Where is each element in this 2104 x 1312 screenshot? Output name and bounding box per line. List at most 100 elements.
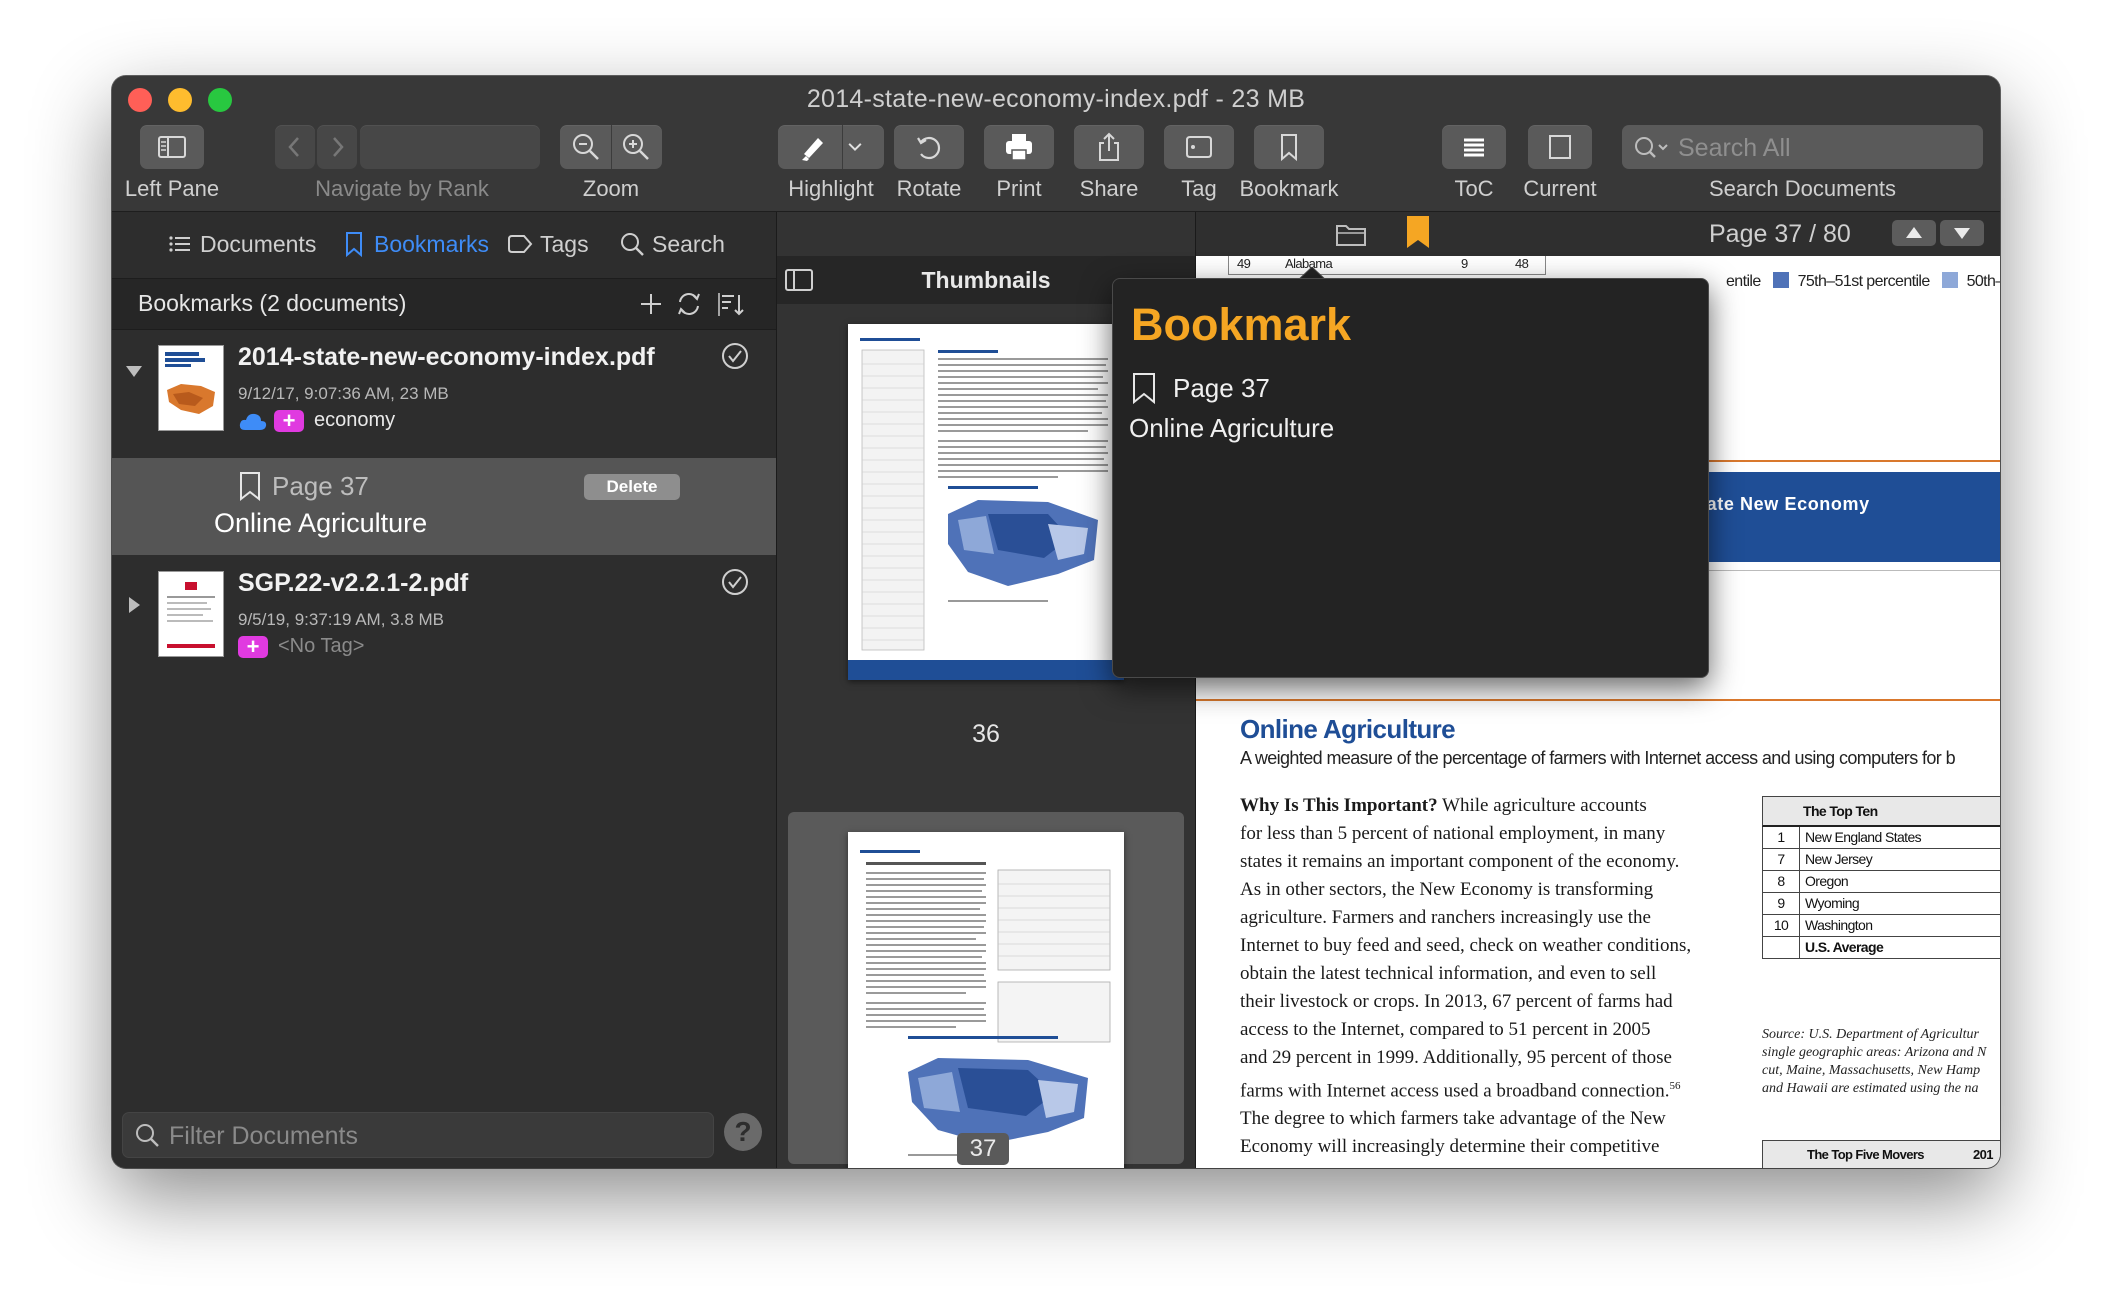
printer-icon <box>1006 134 1032 161</box>
tag-button[interactable] <box>1164 125 1234 169</box>
bookmark-icon <box>240 472 260 502</box>
tab-tags-label: Tags <box>540 230 589 257</box>
disclosure-open-icon[interactable] <box>124 363 144 379</box>
pdf-table-body: 1 New England States 7 New Jersey 8 Oregon 9 Wy… <box>1762 827 2000 959</box>
bookmark-icon <box>1133 373 1155 405</box>
pdf-table-rank: 8 <box>1777 873 1785 889</box>
tab-tags[interactable]: Tags <box>506 226 589 262</box>
tab-documents[interactable]: Documents <box>166 226 316 262</box>
toc-button[interactable] <box>1442 125 1506 169</box>
pdf-body-line: access to the Internet, compared to 51 p… <box>1240 1019 1651 1040</box>
document-tag[interactable]: economy <box>314 409 395 432</box>
document-tag[interactable]: <No Tag> <box>278 635 364 658</box>
pdf-map-legend: entile 75th–51st percentile 50th–26 <box>1726 272 2000 291</box>
tag-icon <box>1186 136 1212 158</box>
document-row[interactable]: 2014-state-new-economy-index.pdf 9/12/17… <box>112 329 776 439</box>
previous-page-button[interactable] <box>1892 220 1936 246</box>
rotate-button[interactable] <box>894 125 964 169</box>
back-button[interactable] <box>275 125 315 169</box>
bookmark-icon <box>1281 134 1297 162</box>
checkmark-circle-icon[interactable] <box>720 341 750 371</box>
legend-swatch <box>1942 272 1959 288</box>
pdf-table-rank: 9 <box>1777 895 1785 911</box>
pdf-body-line: agriculture. Farmers and ranchers increa… <box>1240 907 1651 928</box>
checkmark-circle-icon[interactable] <box>720 567 750 597</box>
bookmarks-header-title: Bookmarks (2 documents) <box>138 290 407 316</box>
tab-bookmarks[interactable]: Bookmarks <box>340 226 489 262</box>
navigate-by-rank-field[interactable] <box>360 125 540 169</box>
filter-documents-field[interactable]: Filter Documents <box>122 1112 714 1158</box>
pdf-table-row: 8 Oregon <box>1762 871 2000 893</box>
pdf-table-row: U.S. Average <box>1762 937 2000 959</box>
highlight-button[interactable] <box>778 125 884 169</box>
pdf-body-line: states it remains an important component… <box>1240 851 1680 872</box>
zoom-out-icon[interactable] <box>569 130 603 164</box>
share-label: Share <box>1079 176 1139 201</box>
search-all-field[interactable]: Search All <box>1622 125 1983 169</box>
pdf-table-state: New Jersey <box>1805 851 1873 867</box>
page-indicator: Page 37 / 80 <box>1709 220 1851 248</box>
search-icon <box>621 233 644 256</box>
pdf-table-rank: 10 <box>1773 917 1789 933</box>
page-36-preview <box>848 324 1124 680</box>
plus-icon[interactable] <box>636 289 666 319</box>
pdf-body-lead: Why Is This Important? <box>1240 795 1438 816</box>
pdf-source-line: single geographic areas: Arizona and N <box>1762 1045 1987 1060</box>
current-button[interactable] <box>1528 125 1592 169</box>
left-pane-button[interactable] <box>140 125 204 169</box>
pdf-source-line: cut, Maine, Massachusetts, New Hamp <box>1762 1063 1981 1078</box>
square-icon <box>1549 135 1571 159</box>
add-tag-button[interactable]: + <box>238 635 268 658</box>
bookmark-popover: Bookmark Page 37 Online Agriculture <box>1112 278 1709 678</box>
chevron-left-icon <box>288 137 299 157</box>
legend-label: 75th–51st percentile <box>1797 273 1931 290</box>
pdf-table-row: 1 New England States <box>1762 827 2000 849</box>
pdf-body-line: obtain the latest technical information,… <box>1240 963 1657 984</box>
search-icon <box>136 1124 159 1147</box>
folder-icon[interactable] <box>1334 220 1368 248</box>
print-button[interactable] <box>984 125 1054 169</box>
search-icon <box>1635 137 1668 158</box>
zoom-in-icon[interactable] <box>619 130 653 164</box>
pdf-source-note: Source: U.S. Department of Agricultur si… <box>1762 1026 2000 1098</box>
pdf-table-state: U.S. Average <box>1805 939 1884 955</box>
forward-button[interactable] <box>317 125 357 169</box>
bookmark-filled-icon[interactable] <box>1405 214 1431 252</box>
bookmark-item[interactable]: Page 37 Delete Online Agriculture <box>112 458 776 555</box>
pdf-body-text: Why Is This Important? While agriculture… <box>1240 792 1726 1161</box>
rotate-label: Rotate <box>896 176 962 201</box>
document-thumbnail <box>158 345 224 431</box>
sort-icon[interactable] <box>716 289 746 319</box>
pdf-table-row: 49 Alabama 9 48 <box>1228 256 1546 275</box>
refresh-icon[interactable] <box>674 289 704 319</box>
delete-bookmark-button[interactable]: Delete <box>584 474 680 500</box>
next-page-button[interactable] <box>1940 220 1984 246</box>
share-button[interactable] <box>1074 125 1144 169</box>
rotate-icon <box>917 136 941 160</box>
document-view-bar: Page 37 / 80 <box>1196 212 2000 256</box>
bookmark-button[interactable] <box>1254 125 1324 169</box>
page-thumbnail[interactable] <box>848 832 1124 1168</box>
pdf-table-header-label: The Top Ten <box>1803 803 1878 819</box>
left-pane: Documents Bookmarks Tags Search Bookmark… <box>112 212 777 1168</box>
legend-label: entile <box>1726 273 1761 290</box>
document-row[interactable]: SGP.22-v2.2.1-2.pdf 9/5/19, 9:37:19 AM, … <box>112 555 776 665</box>
pdf-movers-column: 201 <box>1973 1147 1993 1162</box>
app-window: 2014-state-new-economy-index.pdf - 23 MB… <box>112 76 2000 1168</box>
search-all-placeholder: Search All <box>1678 134 1791 162</box>
tab-search[interactable]: Search <box>618 226 725 262</box>
popover-page[interactable]: Page 37 <box>1129 371 1270 405</box>
tab-documents-label: Documents <box>200 230 317 257</box>
triangle-up-icon <box>1906 227 1922 238</box>
document-cover-image <box>159 346 223 430</box>
current-label: Current <box>1523 176 1597 201</box>
navigate-label: Navigate by Rank <box>315 176 489 201</box>
add-tag-button[interactable]: + <box>274 409 304 432</box>
disclosure-closed-icon[interactable] <box>126 595 142 615</box>
share-icon <box>1099 132 1119 161</box>
popover-subtitle: Online Agriculture <box>1129 413 1335 443</box>
help-button[interactable]: ? <box>724 1113 762 1151</box>
cloud-icon <box>239 413 267 430</box>
toc-label: ToC <box>1454 176 1494 201</box>
page-thumbnail[interactable] <box>848 324 1124 680</box>
